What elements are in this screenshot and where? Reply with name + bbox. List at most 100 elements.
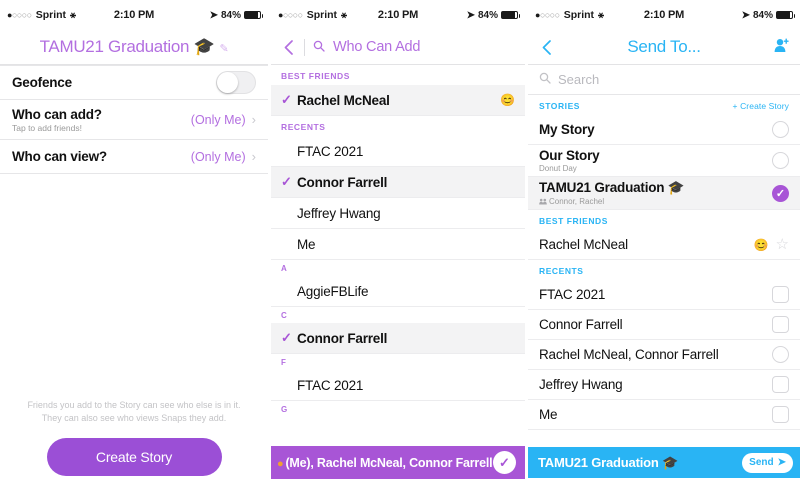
create-story-button[interactable]: Create Story: [46, 438, 222, 476]
row-text: FTAC 2021: [539, 287, 605, 302]
row-text: TAMU21 Graduation 🎓 Connor, Rachel: [539, 180, 685, 206]
back-button[interactable]: [538, 39, 554, 55]
friend-name: FTAC 2021: [297, 377, 364, 393]
row-title: Rachel McNeal: [539, 237, 628, 252]
search-input[interactable]: Search: [528, 65, 800, 95]
add-person-icon[interactable]: [773, 38, 790, 57]
send-to-row-rachel-mcneal[interactable]: Rachel McNeal 😊 ☆: [528, 230, 800, 260]
row-who-can-add-right: (Only Me) ›: [191, 112, 256, 127]
friend-emoji: 😊: [753, 237, 769, 252]
selected-friends-text: (Me), Rachel McNeal, Connor Farrell: [285, 455, 493, 470]
friend-row[interactable]: ✓ Me: [271, 229, 525, 260]
send-to-row-ftac-2021[interactable]: FTAC 2021: [528, 280, 800, 310]
select-circle-checked[interactable]: ✓: [772, 184, 789, 202]
friend-row[interactable]: ✓ Connor Farrell: [271, 323, 525, 354]
friend-name: Me: [297, 236, 316, 252]
section-header-best-friends: BEST FRIENDS: [271, 65, 525, 85]
back-button[interactable]: [280, 39, 296, 55]
wifi-icon: ⚹: [341, 9, 348, 21]
status-bar-2: ●○○○○ Sprint ⚹ 2:10 PM ➤ 84%: [271, 0, 525, 30]
search-placeholder: Search: [558, 72, 600, 87]
row-text: My Story: [539, 122, 595, 137]
selected-friends-bar[interactable]: ● (Me), Rachel McNeal, Connor Farrell ✓: [271, 446, 525, 479]
send-bar[interactable]: TAMU21 Graduation 🎓 Send ➤: [528, 447, 800, 478]
footer-note: Friends you add to the Story can see who…: [0, 399, 268, 425]
pencil-icon[interactable]: ✎: [219, 43, 228, 55]
section-label-recents: RECENTS: [539, 266, 584, 276]
friend-row[interactable]: ✓ Jeffrey Hwang: [271, 198, 525, 229]
signal-dots-icon: ●○○○○: [278, 10, 303, 20]
select-checkbox[interactable]: [772, 316, 789, 333]
status-bar-3: ●○○○○ Sprint ⚹ 2:10 PM ➤ 84%: [528, 0, 800, 30]
row-geofence-label: Geofence: [12, 75, 72, 90]
row-title: My Story: [539, 122, 595, 137]
panel-send-to: ●○○○○ Sprint ⚹ 2:10 PM ➤ 84% Send To...: [528, 0, 800, 500]
friend-row-left: ✓ Jeffrey Hwang: [281, 205, 381, 221]
nav-bar-send-to: Send To...: [528, 30, 800, 64]
send-to-row-tamu21-graduation[interactable]: TAMU21 Graduation 🎓 Connor, Rachel ✓: [528, 177, 800, 210]
status-right-1: ➤ 84%: [154, 9, 263, 21]
friend-row[interactable]: ✓ FTAC 2021: [271, 370, 525, 401]
row-title: TAMU21 Graduation 🎓: [539, 180, 685, 195]
select-circle[interactable]: [772, 121, 789, 138]
create-story-link[interactable]: + Create Story: [733, 101, 789, 111]
friend-row-left: ✓ FTAC 2021: [281, 143, 363, 159]
send-to-row-me[interactable]: Me: [528, 400, 800, 430]
geofence-toggle[interactable]: [216, 71, 256, 94]
select-checkbox[interactable]: [772, 376, 789, 393]
friend-row-left: ✓ Connor Farrell: [281, 330, 387, 346]
friend-row-left: ✓ Rachel McNeal: [281, 92, 390, 108]
row-title: Rachel McNeal, Connor Farrell: [539, 347, 719, 362]
row-geofence[interactable]: Geofence: [0, 65, 268, 100]
section-header-g: G: [271, 401, 525, 417]
friend-emoji: 😊: [500, 93, 515, 107]
section-header-best-friends-3: BEST FRIENDS: [528, 210, 800, 230]
row-right: [772, 376, 789, 393]
friend-row[interactable]: ✓ Connor Farrell: [271, 167, 525, 198]
confirm-selection-button[interactable]: ✓: [493, 451, 516, 474]
location-arrow-icon: ➤: [209, 9, 218, 21]
star-icon[interactable]: ☆: [776, 237, 789, 252]
section-header-c: C: [271, 307, 525, 323]
clock-label: 2:10 PM: [377, 9, 419, 21]
row-right: [772, 316, 789, 333]
row-text: Rachel McNeal, Connor Farrell: [539, 347, 719, 362]
row-right: [772, 406, 789, 423]
signal-dots-icon: ●○○○○: [7, 10, 32, 20]
friend-row[interactable]: ✓ Rachel McNeal 😊: [271, 85, 525, 116]
status-left-3: ●○○○○ Sprint ⚹: [535, 9, 644, 21]
friend-row[interactable]: ✓ FTAC 2021: [271, 136, 525, 167]
row-who-can-add[interactable]: Who can add? Tap to add friends! (Only M…: [0, 100, 268, 140]
send-to-row-my-story[interactable]: My Story: [528, 115, 800, 145]
friend-name: FTAC 2021: [297, 143, 364, 159]
row-who-can-view[interactable]: Who can view? (Only Me) ›: [0, 140, 268, 174]
row-subtitle: Donut Day: [539, 164, 577, 173]
row-who-can-add-subtitle: Tap to add friends!: [12, 122, 82, 133]
status-left-1: ●○○○○ Sprint ⚹: [7, 9, 114, 21]
clock-label: 2:10 PM: [643, 9, 685, 21]
send-to-row-rachel-connor-group[interactable]: Rachel McNeal, Connor Farrell: [528, 340, 800, 370]
send-button[interactable]: Send ➤: [742, 452, 793, 473]
select-checkbox[interactable]: [772, 406, 789, 423]
toggle-knob: [217, 72, 238, 93]
check-icon: ✓: [281, 330, 292, 345]
select-circle[interactable]: [772, 346, 789, 363]
carrier-label: Sprint: [306, 9, 338, 21]
send-to-row-jeffrey-hwang[interactable]: Jeffrey Hwang: [528, 370, 800, 400]
row-who-can-view-label: Who can view?: [12, 149, 107, 164]
send-to-row-our-story[interactable]: Our Story Donut Day: [528, 145, 800, 177]
selected-friends-label: ● (Me), Rachel McNeal, Connor Farrell: [277, 455, 493, 470]
row-who-can-add-text: Who can add? Tap to add friends!: [12, 107, 102, 133]
select-circle[interactable]: [772, 152, 789, 169]
check-icon: ✓: [281, 174, 292, 189]
row-subtitle: Connor, Rachel: [549, 197, 605, 206]
friend-name: Connor Farrell: [297, 330, 388, 346]
select-checkbox[interactable]: [772, 286, 789, 303]
search-icon: [539, 72, 551, 87]
friend-row[interactable]: ✓ AggieFBLife: [271, 276, 525, 307]
friend-name: AggieFBLife: [297, 283, 369, 299]
row-text: Rachel McNeal: [539, 237, 628, 252]
who-can-add-title[interactable]: Who Can Add: [333, 39, 420, 55]
footer-note-line-2: They can also see who views Snaps they a…: [41, 412, 227, 423]
send-to-row-connor-farrell[interactable]: Connor Farrell: [528, 310, 800, 340]
